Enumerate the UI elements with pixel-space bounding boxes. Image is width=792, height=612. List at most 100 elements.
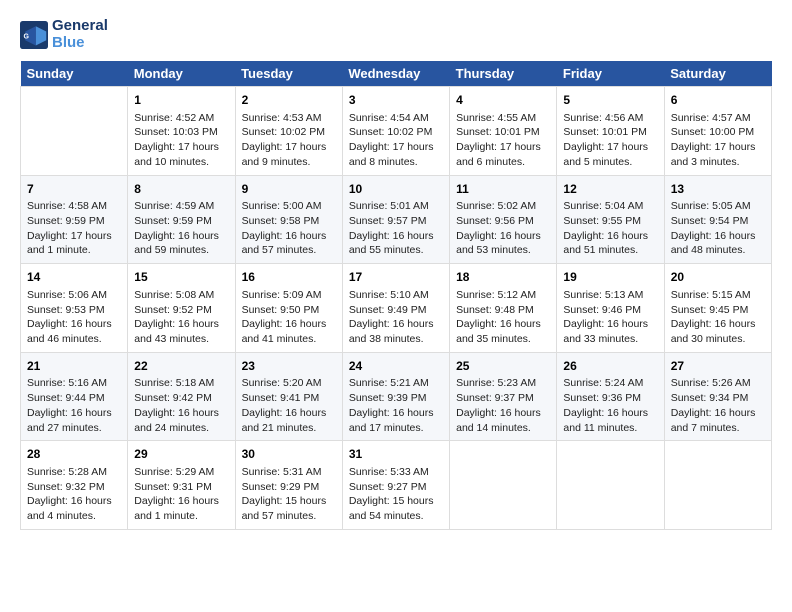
calendar-cell: 26Sunrise: 5:24 AMSunset: 9:36 PMDayligh… <box>557 352 664 441</box>
cell-info: Sunset: 9:37 PM <box>456 391 550 406</box>
cell-info: Daylight: 16 hours <box>456 406 550 421</box>
cell-info: Sunrise: 5:00 AM <box>242 199 336 214</box>
cell-info: Sunrise: 5:12 AM <box>456 288 550 303</box>
day-number: 13 <box>671 181 765 198</box>
calendar-cell: 3Sunrise: 4:54 AMSunset: 10:02 PMDayligh… <box>342 87 449 176</box>
cell-info: and 59 minutes. <box>134 243 228 258</box>
calendar-cell: 23Sunrise: 5:20 AMSunset: 9:41 PMDayligh… <box>235 352 342 441</box>
cell-info: and 57 minutes. <box>242 243 336 258</box>
cell-info: Sunset: 9:49 PM <box>349 303 443 318</box>
cell-info: Sunset: 9:39 PM <box>349 391 443 406</box>
day-number: 16 <box>242 269 336 286</box>
calendar-cell: 20 Sunrise: 5:15 AMSunset: 9:45 PMDayligh… <box>664 264 771 353</box>
cell-info: Sunrise: 5:15 AM <box>671 288 765 303</box>
cell-info: Daylight: 17 hours <box>671 140 765 155</box>
cell-info: Daylight: 16 hours <box>671 406 765 421</box>
day-number: 19 <box>563 269 657 286</box>
cell-info: Daylight: 17 hours <box>242 140 336 155</box>
cell-info: and 6 minutes. <box>456 155 550 170</box>
calendar-cell: 24Sunrise: 5:21 AMSunset: 9:39 PMDayligh… <box>342 352 449 441</box>
calendar-header-monday: Monday <box>128 61 235 87</box>
cell-info: Daylight: 16 hours <box>242 317 336 332</box>
calendar-cell: 30 Sunrise: 5:31 AMSunset: 9:29 PMDayligh… <box>235 441 342 530</box>
cell-info: and 21 minutes. <box>242 421 336 436</box>
cell-info: Sunset: 10:00 PM <box>671 125 765 140</box>
cell-info: and 14 minutes. <box>456 421 550 436</box>
calendar-cell: 21Sunrise: 5:16 AMSunset: 9:44 PMDayligh… <box>21 352 128 441</box>
page-header: G General Blue <box>20 18 772 51</box>
cell-info: Sunrise: 5:10 AM <box>349 288 443 303</box>
cell-info: and 51 minutes. <box>563 243 657 258</box>
calendar-cell: 22Sunrise: 5:18 AMSunset: 9:42 PMDayligh… <box>128 352 235 441</box>
cell-info: and 3 minutes. <box>671 155 765 170</box>
cell-info: Sunrise: 4:54 AM <box>349 111 443 126</box>
calendar-cell: 1Sunrise: 4:52 AMSunset: 10:03 PMDayligh… <box>128 87 235 176</box>
cell-info: Sunset: 10:01 PM <box>456 125 550 140</box>
day-number: 14 <box>27 269 121 286</box>
calendar-cell <box>664 441 771 530</box>
cell-info: Sunset: 9:53 PM <box>27 303 121 318</box>
calendar-header-wednesday: Wednesday <box>342 61 449 87</box>
day-number: 27 <box>671 358 765 375</box>
cell-info: Sunset: 9:36 PM <box>563 391 657 406</box>
calendar-week-row: 28Sunrise: 5:28 AMSunset: 9:32 PMDayligh… <box>21 441 772 530</box>
calendar-cell <box>557 441 664 530</box>
day-number: 20 <box>671 269 765 286</box>
calendar-cell <box>450 441 557 530</box>
cell-info: Daylight: 16 hours <box>242 406 336 421</box>
day-number: 21 <box>27 358 121 375</box>
calendar-cell: 10Sunrise: 5:01 AMSunset: 9:57 PMDayligh… <box>342 175 449 264</box>
calendar-cell: 16Sunrise: 5:09 AMSunset: 9:50 PMDayligh… <box>235 264 342 353</box>
cell-info: Sunrise: 5:08 AM <box>134 288 228 303</box>
cell-info: Sunset: 9:56 PM <box>456 214 550 229</box>
day-number: 12 <box>563 181 657 198</box>
cell-info: and 43 minutes. <box>134 332 228 347</box>
day-number: 2 <box>242 92 336 109</box>
cell-info: Sunrise: 5:04 AM <box>563 199 657 214</box>
cell-info: Daylight: 15 hours <box>242 494 336 509</box>
cell-info: and 24 minutes. <box>134 421 228 436</box>
cell-info: Daylight: 17 hours <box>134 140 228 155</box>
calendar-cell: 17Sunrise: 5:10 AMSunset: 9:49 PMDayligh… <box>342 264 449 353</box>
cell-info: Daylight: 16 hours <box>134 406 228 421</box>
cell-info: Daylight: 16 hours <box>134 229 228 244</box>
cell-info: and 46 minutes. <box>27 332 121 347</box>
cell-info: Sunset: 9:42 PM <box>134 391 228 406</box>
cell-info: Sunset: 9:45 PM <box>671 303 765 318</box>
calendar-cell: 14Sunrise: 5:06 AMSunset: 9:53 PMDayligh… <box>21 264 128 353</box>
cell-info: and 9 minutes. <box>242 155 336 170</box>
calendar-week-row: 7Sunrise: 4:58 AMSunset: 9:59 PMDaylight… <box>21 175 772 264</box>
calendar-header-friday: Friday <box>557 61 664 87</box>
cell-info: Daylight: 16 hours <box>134 317 228 332</box>
calendar-cell: 13Sunrise: 5:05 AMSunset: 9:54 PMDayligh… <box>664 175 771 264</box>
cell-info: and 8 minutes. <box>349 155 443 170</box>
calendar-cell: 5Sunrise: 4:56 AMSunset: 10:01 PMDayligh… <box>557 87 664 176</box>
cell-info: Daylight: 16 hours <box>456 317 550 332</box>
cell-info: Sunset: 9:46 PM <box>563 303 657 318</box>
cell-info: Daylight: 16 hours <box>671 317 765 332</box>
day-number: 28 <box>27 446 121 463</box>
calendar-cell: 25Sunrise: 5:23 AMSunset: 9:37 PMDayligh… <box>450 352 557 441</box>
cell-info: and 35 minutes. <box>456 332 550 347</box>
calendar-week-row: 21Sunrise: 5:16 AMSunset: 9:44 PMDayligh… <box>21 352 772 441</box>
cell-info: Sunrise: 5:31 AM <box>242 465 336 480</box>
cell-info: Daylight: 16 hours <box>27 317 121 332</box>
cell-info: Sunset: 9:57 PM <box>349 214 443 229</box>
cell-info: Sunset: 9:27 PM <box>349 480 443 495</box>
cell-info: and 10 minutes. <box>134 155 228 170</box>
calendar-cell: 11Sunrise: 5:02 AMSunset: 9:56 PMDayligh… <box>450 175 557 264</box>
cell-info: and 7 minutes. <box>671 421 765 436</box>
calendar-cell: 28Sunrise: 5:28 AMSunset: 9:32 PMDayligh… <box>21 441 128 530</box>
cell-info: Sunset: 9:29 PM <box>242 480 336 495</box>
day-number: 22 <box>134 358 228 375</box>
cell-info: Sunrise: 5:26 AM <box>671 376 765 391</box>
cell-info: and 30 minutes. <box>671 332 765 347</box>
calendar-cell: 6Sunrise: 4:57 AMSunset: 10:00 PMDayligh… <box>664 87 771 176</box>
calendar-header-tuesday: Tuesday <box>235 61 342 87</box>
day-number: 3 <box>349 92 443 109</box>
logo: G General Blue <box>20 18 108 51</box>
cell-info: Sunset: 9:59 PM <box>134 214 228 229</box>
day-number: 30 <box>242 446 336 463</box>
day-number: 31 <box>349 446 443 463</box>
calendar-week-row: 14Sunrise: 5:06 AMSunset: 9:53 PMDayligh… <box>21 264 772 353</box>
